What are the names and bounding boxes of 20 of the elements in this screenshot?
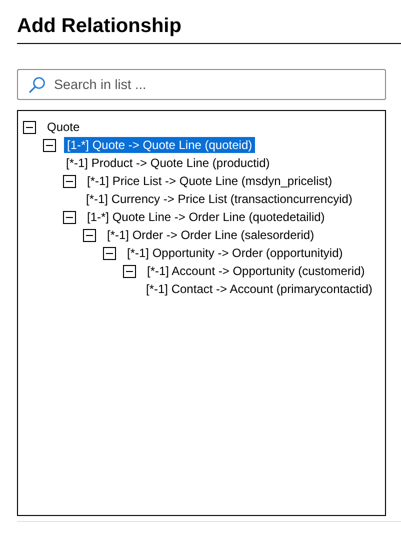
- search-field[interactable]: Search in list ...: [17, 69, 386, 100]
- tree-item[interactable]: [1-*] Quote -> Quote Line (quoteid): [64, 137, 256, 153]
- tree-item[interactable]: [*-1] Opportunity -> Order (opportunityid): [124, 245, 346, 261]
- collapse-icon[interactable]: [63, 210, 76, 224]
- tree-item[interactable]: [*-1] Account -> Opportunity (customerid): [144, 263, 368, 279]
- tree-item[interactable]: [*-1] Contact -> Account (primarycontactid): [143, 281, 376, 297]
- tree-item[interactable]: [*-1] Product -> Quote Line (productid): [63, 155, 273, 171]
- tree-item[interactable]: [*-1] Currency -> Price List (transactioncurrencyid): [83, 191, 356, 207]
- search-icon: [28, 76, 46, 94]
- dialog-title: Add Relationship: [17, 14, 182, 39]
- collapse-icon[interactable]: [123, 264, 136, 278]
- collapse-icon[interactable]: [43, 138, 56, 152]
- tree-item[interactable]: [*-1] Price List -> Quote Line (msdyn_pricelist): [84, 173, 336, 189]
- collapse-icon[interactable]: [23, 120, 36, 134]
- collapse-icon[interactable]: [103, 246, 116, 260]
- tree-item[interactable]: [*-1] Order -> Order Line (salesorderid): [104, 227, 318, 243]
- collapse-icon[interactable]: [63, 174, 76, 188]
- tree-item[interactable]: [1-*] Quote Line -> Order Line (quotedetailid): [84, 209, 328, 225]
- tree-item[interactable]: Quote: [44, 119, 83, 135]
- collapse-icon[interactable]: [83, 228, 96, 242]
